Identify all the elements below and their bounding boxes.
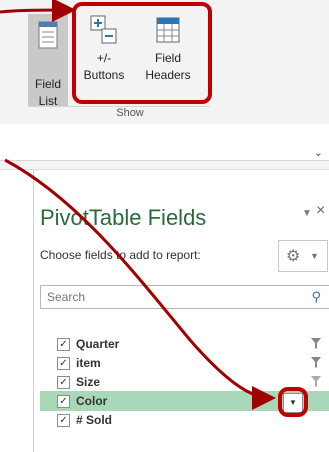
filter-icon — [311, 376, 321, 387]
field-row-item[interactable]: ✓ item — [40, 353, 329, 373]
annotation-box-dropdown — [278, 387, 308, 417]
show-group-label: Show — [116, 107, 144, 119]
excel-ribbon-pivot-screenshot: Field List +/- Buttons Field Headers Sho… — [0, 0, 329, 452]
field-list-label-2: List — [38, 94, 58, 108]
field-list-icon — [38, 21, 58, 49]
gear-icon: ⚙ — [286, 248, 301, 265]
field-checkbox[interactable]: ✓ — [57, 338, 70, 351]
tools-dropdown-button[interactable]: ⚙ ▼ — [278, 240, 328, 272]
pane-separator — [0, 161, 329, 170]
field-checkbox[interactable]: ✓ — [57, 414, 70, 427]
filter-icon — [311, 338, 321, 349]
choose-fields-label: Choose fields to add to report: — [40, 248, 201, 262]
close-icon[interactable]: × — [316, 202, 325, 220]
field-row-quarter[interactable]: ✓ Quarter — [40, 334, 329, 354]
search-field[interactable]: ⚲ — [40, 285, 329, 309]
pane-title: PivotTable Fields — [40, 205, 207, 230]
field-name: Color — [76, 394, 108, 408]
field-checkbox[interactable]: ✓ — [57, 357, 70, 370]
filter-icon — [311, 357, 321, 368]
field-list-label-1: Field — [34, 77, 61, 91]
chevron-down-icon: ▼ — [310, 251, 319, 261]
search-input[interactable] — [41, 286, 287, 308]
formula-bar-strip — [0, 124, 329, 161]
field-name: item — [76, 356, 101, 370]
field-name: Quarter — [76, 337, 120, 351]
field-list-button[interactable]: Field List — [28, 14, 68, 108]
pane-options-dropdown-icon[interactable]: ▼ — [302, 208, 312, 219]
search-icon[interactable]: ⚲ — [311, 289, 321, 305]
field-name: # Sold — [76, 413, 113, 427]
field-checkbox[interactable]: ✓ — [57, 376, 70, 389]
field-checkbox[interactable]: ✓ — [57, 395, 70, 408]
expand-formula-bar-icon[interactable]: ⌄ — [314, 146, 323, 159]
field-name: Size — [76, 375, 101, 389]
annotation-box-buttons — [72, 2, 212, 104]
